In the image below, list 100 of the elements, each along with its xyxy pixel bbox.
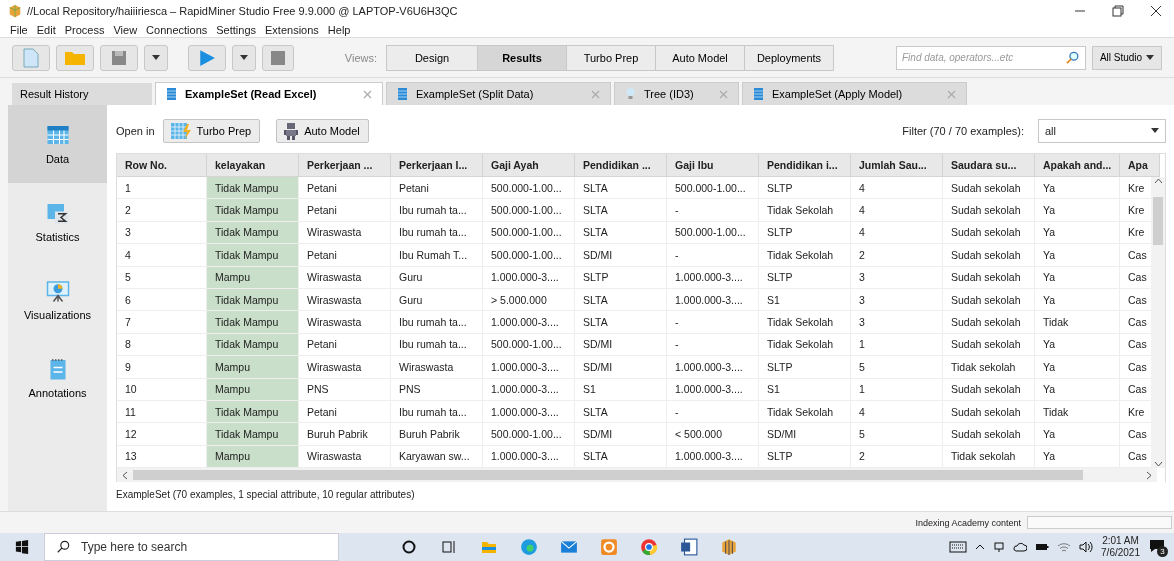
table-cell: 11	[117, 400, 207, 424]
column-header[interactable]: Pendidikan i...	[759, 154, 851, 177]
open-in-button[interactable]: Auto Model	[276, 119, 369, 143]
table-cell: Sudah sekolah	[943, 288, 1035, 312]
view-tab[interactable]: Deployments	[744, 44, 834, 71]
app-logo-icon	[8, 4, 22, 18]
table-cell: Tidak Sekolah	[759, 333, 851, 357]
task-view-icon	[441, 539, 457, 555]
filter-dropdown[interactable]: all	[1038, 119, 1166, 143]
table-cell: Sudah sekolah	[943, 400, 1035, 424]
scrollbar-thumb[interactable]	[133, 470, 1083, 481]
table-cell: Tidak sekolah	[943, 356, 1035, 379]
circle-icon	[401, 539, 417, 555]
table-cell: 12	[117, 423, 207, 446]
table-cell: S1	[575, 378, 667, 401]
run-button[interactable]	[188, 44, 226, 71]
stop-button[interactable]	[262, 44, 294, 71]
column-header[interactable]: Gaji Ayah	[483, 154, 575, 177]
column-header[interactable]: Perkerjaan ...	[299, 154, 391, 177]
search-icon	[1066, 50, 1080, 65]
column-header[interactable]: Apa	[1120, 154, 1160, 177]
clock[interactable]: 2:01 AM 7/6/2021	[1101, 535, 1140, 559]
save-dropdown-button[interactable]	[144, 44, 168, 71]
turbo-prep-icon	[169, 122, 192, 140]
table-cell: Tidak	[1035, 311, 1120, 334]
result-history-tab[interactable]: Result History	[12, 83, 152, 105]
vertical-scrollbar[interactable]	[1151, 177, 1165, 468]
new-button[interactable]	[12, 44, 50, 71]
table-cell: 1	[117, 177, 207, 200]
result-tab[interactable]: ExampleSet (Apply Model)	[742, 82, 967, 105]
document-icon	[23, 47, 39, 68]
table-cell: Tidak Mampu	[207, 333, 299, 357]
menu-item[interactable]: Edit	[36, 23, 56, 36]
table-cell: Sudah sekolah	[943, 244, 1035, 267]
result-tab[interactable]: Tree (ID3)	[614, 82, 739, 105]
chevron-left-icon	[121, 470, 129, 480]
search-field[interactable]: Find data, operators...etc	[896, 45, 1086, 70]
folder-icon	[481, 539, 497, 555]
result-tab[interactable]: ExampleSet (Split Data)	[386, 82, 611, 105]
menu-item[interactable]: Extensions	[265, 23, 319, 36]
table-cell: Petani	[299, 333, 391, 357]
open-button[interactable]	[56, 44, 94, 71]
table-cell: 13	[117, 445, 207, 469]
column-header[interactable]: Gaji Ibu	[667, 154, 759, 177]
table-cell: 2	[117, 199, 207, 222]
sidebar-item[interactable]: Statistics	[8, 183, 107, 261]
scope-dropdown[interactable]: All Studio	[1092, 45, 1162, 70]
sidebar-item[interactable]: Visualizations	[8, 261, 107, 339]
view-tab[interactable]: Design	[386, 44, 478, 71]
table-cell: Mampu	[207, 445, 299, 469]
sidebar-item[interactable]: Data	[8, 105, 107, 183]
notification-button[interactable]: 3	[1148, 539, 1166, 555]
column-header[interactable]: Row No.	[117, 154, 207, 177]
table-cell: 1.000.000-3....	[667, 356, 759, 379]
chevron-right-icon	[1145, 470, 1153, 480]
menu-item[interactable]: Settings	[216, 23, 256, 36]
table-cell: SLTA	[575, 221, 667, 245]
sidebar-item[interactable]: Annotations	[8, 339, 107, 417]
menu-item[interactable]: Help	[327, 23, 351, 36]
view-tab[interactable]: Results	[477, 44, 567, 71]
column-header[interactable]: kelayakan	[207, 154, 299, 177]
views-label: Views:	[344, 51, 377, 64]
table-cell: 1.000.000-3....	[483, 311, 575, 334]
table-cell: 4	[851, 199, 943, 222]
menu-item[interactable]: File	[10, 23, 28, 36]
table-cell: Petani	[391, 177, 483, 200]
table-cell: 2	[851, 244, 943, 267]
scrollbar-thumb[interactable]	[1153, 197, 1163, 245]
save-button[interactable]	[100, 44, 138, 71]
open-in-button[interactable]: Turbo Prep	[162, 119, 261, 143]
view-tab[interactable]: Turbo Prep	[566, 44, 656, 71]
menu-item[interactable]: Connections	[146, 23, 208, 36]
presentation-icon	[45, 279, 70, 303]
close-icon	[947, 89, 956, 99]
table-cell: Ya	[1035, 177, 1120, 200]
view-tab[interactable]: Auto Model	[655, 44, 745, 71]
table-cell: > 5.000.000	[483, 288, 575, 312]
table-cell: PNS	[391, 378, 483, 401]
menu-item[interactable]: Process	[64, 23, 105, 36]
lightbulb-icon	[625, 87, 636, 101]
table-cell: Tidak Sekolah	[759, 244, 851, 267]
table-cell: 500.000-1.00...	[483, 221, 575, 245]
table-cell: Wiraswasta	[299, 266, 391, 289]
table-cell: Ya	[1035, 356, 1120, 379]
play-icon	[198, 48, 216, 67]
column-header[interactable]: Apakah and...	[1035, 154, 1120, 177]
table-cell: 8	[117, 333, 207, 357]
taskbar-search-field[interactable]: Type here to search	[44, 533, 339, 561]
column-header[interactable]: Pendidikan ...	[575, 154, 667, 177]
table-cell: Sudah sekolah	[943, 199, 1035, 222]
column-header[interactable]: Saudara su...	[943, 154, 1035, 177]
column-header[interactable]: Perkerjaan I...	[391, 154, 483, 177]
run-dropdown-button[interactable]	[232, 44, 256, 71]
table-cell: Tidak	[1035, 400, 1120, 424]
column-header[interactable]: Jumlah Sau...	[851, 154, 943, 177]
horizontal-scrollbar[interactable]	[117, 468, 1157, 483]
close-icon	[719, 89, 728, 99]
table-cell: 4	[851, 177, 943, 200]
result-tab[interactable]: ExampleSet (Read Excel)	[155, 82, 383, 105]
menu-item[interactable]: View	[113, 23, 138, 36]
